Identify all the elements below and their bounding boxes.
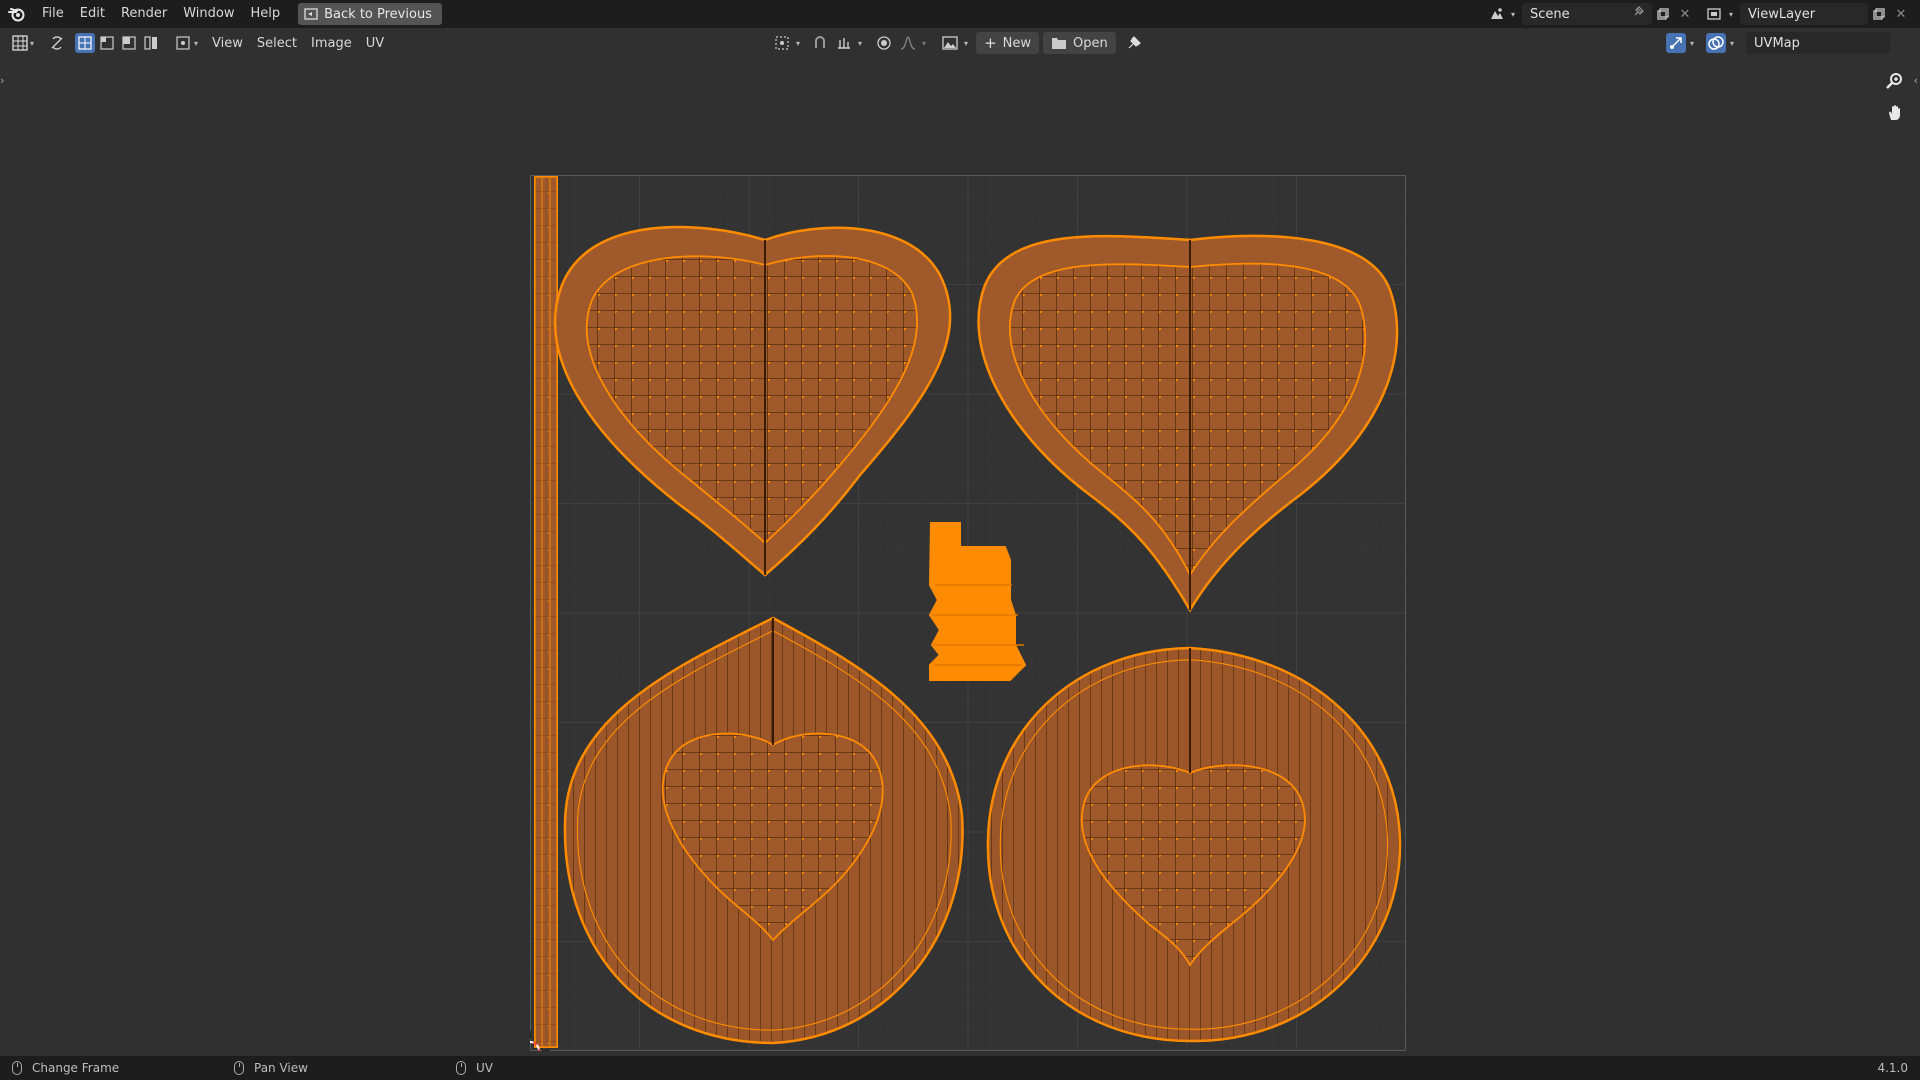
delete-view-layer-icon[interactable]: ✕ (1890, 3, 1912, 25)
uv-map-name: UVMap (1754, 35, 1800, 51)
chevron-down-icon[interactable]: ▾ (858, 39, 862, 48)
mouse-middle-icon (234, 1061, 244, 1075)
vertex-select-icon[interactable] (75, 33, 96, 53)
toolbar-toggle-icon[interactable]: › (0, 74, 4, 87)
folder-icon (1052, 38, 1066, 49)
island-select-icon[interactable] (141, 33, 161, 53)
status-left-click: Change Frame (12, 1061, 222, 1075)
overlay-icon[interactable] (1706, 33, 1727, 53)
chevron-down-icon[interactable]: ▾ (1508, 3, 1518, 25)
editor-type-selector[interactable]: ▾ (0, 32, 41, 54)
proportional-icon[interactable] (874, 33, 894, 53)
menu-help[interactable]: Help (243, 0, 289, 28)
render-layers-icon[interactable] (1704, 3, 1726, 25)
open-image-label: Open (1073, 35, 1108, 51)
new-image-label: New (1002, 35, 1031, 51)
open-image-button[interactable]: Open (1043, 32, 1116, 54)
snap-target-icon[interactable] (834, 33, 854, 53)
uv-editor-viewport[interactable]: › ‹ (0, 56, 1920, 1056)
uv-editor-icon (12, 35, 28, 51)
scene-name-field[interactable]: Scene (1522, 3, 1652, 25)
version-label: 4.1.0 (1877, 1061, 1908, 1075)
edge-select-icon[interactable] (97, 33, 117, 53)
status-middle-label: Pan View (254, 1061, 308, 1075)
status-right-click: UV (456, 1061, 666, 1075)
scene-browse-icon[interactable] (1486, 3, 1508, 25)
new-scene-icon[interactable] (1652, 3, 1674, 25)
chevron-down-icon[interactable]: ▾ (1726, 3, 1736, 25)
image-browse-icon[interactable] (940, 33, 960, 53)
menu-window[interactable]: Window (175, 0, 242, 28)
chevron-down-icon[interactable]: ▾ (1690, 39, 1694, 48)
view-layer-name: ViewLayer (1748, 6, 1816, 22)
gizmo-icon[interactable] (1666, 33, 1686, 53)
chevron-down-icon[interactable]: ▾ (964, 39, 968, 48)
uv-island-strip[interactable] (534, 176, 558, 1048)
top-menu-bar: File Edit Render Window Help Back to Pre… (0, 0, 1920, 28)
status-middle-click: Pan View (234, 1061, 444, 1075)
blender-logo-icon[interactable] (0, 0, 34, 28)
menu-file[interactable]: File (34, 0, 72, 28)
uv-island-circle-bottom-right[interactable] (986, 646, 1402, 1043)
back-to-previous-button[interactable]: Back to Previous (298, 3, 442, 25)
status-left-label: Change Frame (32, 1061, 120, 1075)
falloff-icon[interactable] (898, 33, 918, 53)
new-image-button[interactable]: + New (976, 32, 1039, 54)
uv-space[interactable] (530, 175, 1406, 1051)
pivot-icon[interactable] (772, 33, 792, 53)
mouse-right-icon (456, 1061, 466, 1075)
pin-icon[interactable] (1124, 33, 1144, 53)
menu-render[interactable]: Render (113, 0, 175, 28)
menu-select[interactable]: Select (250, 32, 304, 54)
header-center-tools: ▾ ▾ ▾ ▾ + New Open (772, 32, 1144, 54)
uv-editor-header: ▾ ▾ View Select Image UV ▾ ▾ ▾ ▾ + New O… (0, 30, 1920, 56)
mouse-left-icon (12, 1061, 22, 1075)
pin-scene-icon[interactable] (1632, 6, 1644, 22)
sticky-selection-selector[interactable]: ▾ (169, 32, 205, 54)
uv-map-field[interactable]: UVMap (1746, 32, 1891, 54)
sticky-selection-icon (176, 36, 190, 50)
face-select-icon[interactable] (119, 33, 139, 53)
view-layer-selector: ▾ ViewLayer ✕ (1704, 3, 1912, 25)
menu-uv[interactable]: UV (359, 32, 391, 54)
chevron-down-icon[interactable]: ▾ (1730, 39, 1734, 48)
scene-name: Scene (1530, 6, 1570, 22)
view-layer-name-field[interactable]: ViewLayer (1740, 3, 1868, 25)
hand-icon[interactable] (1882, 100, 1908, 126)
chevron-down-icon[interactable]: ▾ (796, 39, 800, 48)
zoom-icon[interactable] (1882, 68, 1908, 94)
menu-edit[interactable]: Edit (72, 0, 113, 28)
sidebar-toggle-icon[interactable]: ‹ (1914, 74, 1918, 87)
scene-selector: ▾ Scene ✕ (1486, 3, 1696, 25)
status-right-label: UV (476, 1061, 493, 1075)
new-view-layer-icon[interactable] (1868, 3, 1890, 25)
header-right-tools: ▾ ▾ UVMap (1666, 32, 1891, 54)
status-bar: Change Frame Pan View UV 4.1.0 (0, 1056, 1920, 1080)
chevron-down-icon: ▾ (194, 38, 199, 48)
delete-scene-icon[interactable]: ✕ (1674, 3, 1696, 25)
chevron-down-icon[interactable]: ▾ (922, 39, 926, 48)
plus-icon: + (984, 34, 997, 52)
menu-view[interactable]: View (205, 32, 250, 54)
snap-icon[interactable] (810, 33, 830, 53)
back-to-previous-label: Back to Previous (324, 6, 432, 22)
menu-image[interactable]: Image (304, 32, 359, 54)
chevron-down-icon: ▾ (30, 38, 35, 48)
sync-selection-icon[interactable] (47, 33, 67, 53)
screen-icon (304, 8, 318, 20)
